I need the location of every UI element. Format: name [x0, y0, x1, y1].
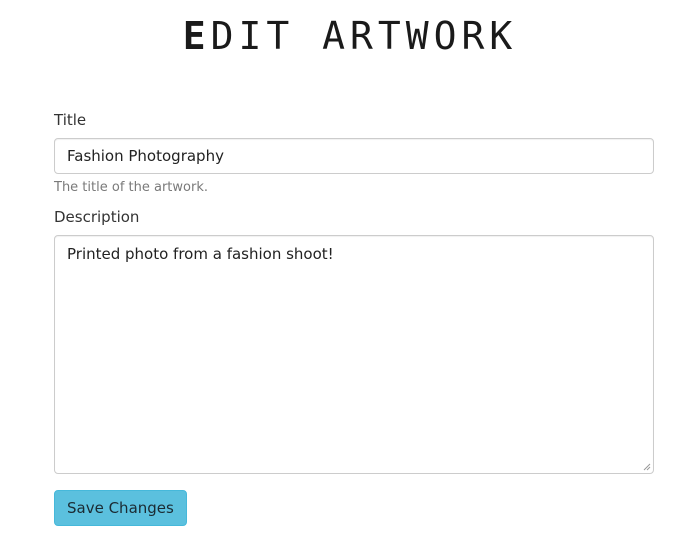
page-title-first-letter: E	[182, 14, 211, 58]
page-title-rest: DIT ARTWORK	[210, 14, 518, 58]
description-textarea[interactable]: Printed photo from a fashion shoot!	[54, 235, 654, 474]
title-help-text: The title of the artwork.	[54, 180, 208, 195]
description-label: Description	[54, 208, 140, 226]
title-label: Title	[54, 111, 87, 129]
edit-artwork-page: EDIT ARTWORK Title The title of the artw…	[0, 0, 700, 542]
description-textarea-wrapper: Printed photo from a fashion shoot!	[54, 235, 654, 474]
page-title: EDIT ARTWORK	[0, 14, 700, 58]
title-input[interactable]	[54, 138, 654, 174]
edit-artwork-form: Title The title of the artwork. Descript…	[54, 110, 654, 526]
save-changes-button[interactable]: Save Changes	[54, 490, 187, 526]
resize-handle-icon[interactable]	[643, 463, 651, 471]
